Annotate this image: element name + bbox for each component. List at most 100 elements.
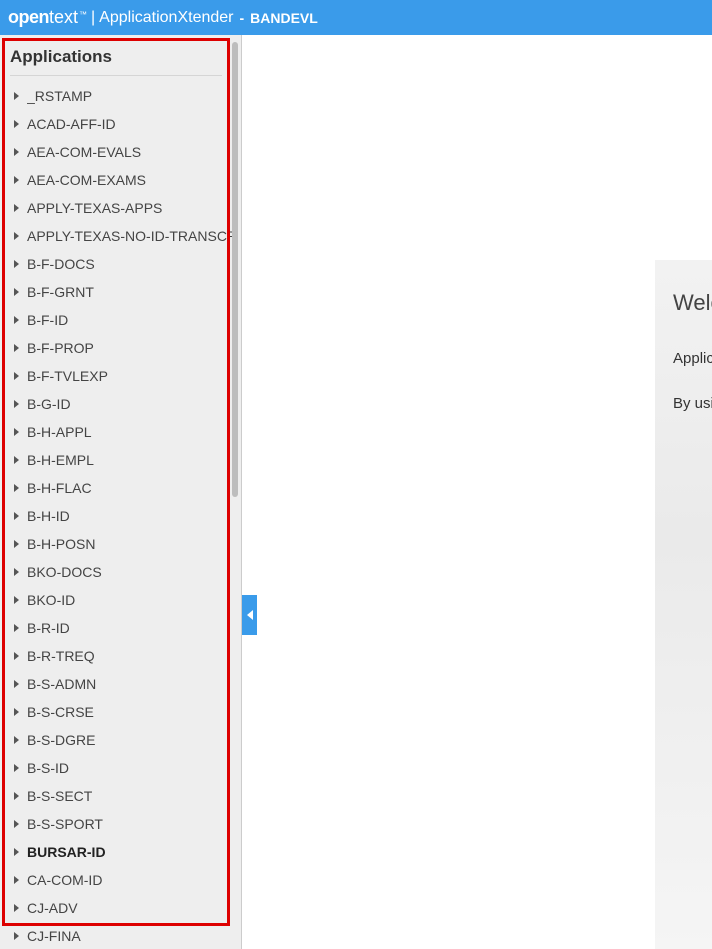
caret-right-icon [14, 848, 19, 856]
sidebar-item-label: B-S-ID [27, 760, 69, 776]
sidebar-item-app[interactable]: AEA-COM-EXAMS [0, 166, 232, 194]
sidebar-item-app[interactable]: B-R-ID [0, 614, 232, 642]
caret-right-icon [14, 372, 19, 380]
sidebar-container: Applications _RSTAMP ACAD-AFF-ID AEA-COM-E… [0, 35, 242, 949]
sidebar-item-app[interactable]: _RSTAMP [0, 82, 232, 110]
sidebar-item-app[interactable]: B-H-FLAC [0, 474, 232, 502]
sidebar-item-app[interactable]: B-H-ID [0, 502, 232, 530]
sidebar-item-label: B-S-DGRE [27, 732, 95, 748]
sidebar-item-app[interactable]: BURSAR-ID [0, 838, 232, 866]
sidebar-item-label: APPLY-TEXAS-NO-ID-TRANSCRIPTS [27, 228, 232, 244]
caret-right-icon [14, 456, 19, 464]
caret-right-icon [14, 344, 19, 352]
sidebar-item-app[interactable]: B-F-DOCS [0, 250, 232, 278]
sidebar-item-app[interactable]: BKO-DOCS [0, 558, 232, 586]
sidebar-item-label: CJ-ADV [27, 900, 78, 916]
caret-right-icon [14, 624, 19, 632]
brand-light: text [49, 7, 78, 27]
sidebar-item-app[interactable]: BKO-ID [0, 586, 232, 614]
sidebar-item-app[interactable]: B-S-ADMN [0, 670, 232, 698]
env-label: BANDEVL [250, 10, 318, 26]
caret-right-icon [14, 400, 19, 408]
sidebar-scrollbar[interactable] [232, 42, 238, 497]
sidebar-item-label: B-H-APPL [27, 424, 92, 440]
applications-list: _RSTAMP ACAD-AFF-ID AEA-COM-EVALS AEA-COM-E… [0, 82, 232, 949]
sidebar-item-app[interactable]: B-F-PROP [0, 334, 232, 362]
caret-right-icon [14, 148, 19, 156]
caret-right-icon [14, 288, 19, 296]
sidebar-item-label: B-F-TVLEXP [27, 368, 108, 384]
sidebar-title: Applications [0, 35, 232, 75]
sidebar-item-label: B-F-DOCS [27, 256, 95, 272]
welcome-panel: Welcome Application By using [655, 260, 712, 949]
welcome-title: Welcome [673, 290, 712, 316]
caret-right-icon [14, 568, 19, 576]
caret-right-icon [14, 204, 19, 212]
brand-logo: opentext™ [8, 7, 87, 28]
caret-right-icon [14, 652, 19, 660]
sidebar-item-label: B-R-ID [27, 620, 70, 636]
sidebar-item-app[interactable]: B-S-DGRE [0, 726, 232, 754]
brand-bold: open [8, 7, 49, 27]
caret-right-icon [14, 260, 19, 268]
caret-right-icon [14, 680, 19, 688]
sidebar-item-app[interactable]: B-S-SPORT [0, 810, 232, 838]
sidebar-item-app[interactable]: B-R-TREQ [0, 642, 232, 670]
brand-tm: ™ [79, 10, 87, 19]
welcome-line-2: By using [673, 395, 712, 412]
sidebar-item-label: AEA-COM-EXAMS [27, 172, 146, 188]
sidebar-item-app[interactable]: APPLY-TEXAS-NO-ID-TRANSCRIPTS [0, 222, 232, 250]
caret-right-icon [14, 876, 19, 884]
sidebar-item-label: _RSTAMP [27, 88, 92, 104]
main-content: Welcome Application By using [242, 35, 712, 949]
sidebar-item-label: B-S-SPORT [27, 816, 103, 832]
sidebar-item-app[interactable]: B-H-APPL [0, 418, 232, 446]
brand-separator: | [91, 9, 95, 27]
sidebar-item-app[interactable]: B-S-CRSE [0, 698, 232, 726]
caret-right-icon [14, 596, 19, 604]
caret-right-icon [14, 232, 19, 240]
sidebar-item-label: B-S-CRSE [27, 704, 94, 720]
caret-right-icon [14, 540, 19, 548]
app-name: ApplicationXtender [99, 9, 233, 27]
sidebar-item-app[interactable]: B-F-GRNT [0, 278, 232, 306]
caret-right-icon [14, 792, 19, 800]
sidebar-collapse-handle[interactable] [242, 595, 257, 635]
sidebar-item-app[interactable]: AEA-COM-EVALS [0, 138, 232, 166]
sidebar-item-label: BKO-ID [27, 592, 75, 608]
sidebar-item-label: CJ-FINA [27, 928, 81, 944]
sidebar-item-label: APPLY-TEXAS-APPS [27, 200, 162, 216]
welcome-line-1: Application [673, 350, 712, 367]
sidebar-item-app[interactable]: ACAD-AFF-ID [0, 110, 232, 138]
sidebar-item-label: B-H-POSN [27, 536, 95, 552]
sidebar-item-app[interactable]: B-H-EMPL [0, 446, 232, 474]
sidebar-item-label: B-F-PROP [27, 340, 94, 356]
sidebar-item-app[interactable]: CA-COM-ID [0, 866, 232, 894]
sidebar-item-label: CA-COM-ID [27, 872, 102, 888]
sidebar: Applications _RSTAMP ACAD-AFF-ID AEA-COM-E… [0, 35, 232, 949]
sidebar-item-app[interactable]: B-H-POSN [0, 530, 232, 558]
sidebar-item-app[interactable]: CJ-ADV [0, 894, 232, 922]
sidebar-item-app[interactable]: B-G-ID [0, 390, 232, 418]
sidebar-item-label: B-G-ID [27, 396, 71, 412]
caret-right-icon [14, 176, 19, 184]
sidebar-item-app[interactable]: B-F-TVLEXP [0, 362, 232, 390]
sidebar-item-label: B-H-FLAC [27, 480, 92, 496]
caret-right-icon [14, 932, 19, 940]
caret-right-icon [14, 764, 19, 772]
sidebar-divider [10, 75, 222, 76]
sidebar-item-app[interactable]: APPLY-TEXAS-APPS [0, 194, 232, 222]
sidebar-item-app[interactable]: B-S-SECT [0, 782, 232, 810]
sidebar-item-app[interactable]: B-F-ID [0, 306, 232, 334]
sidebar-item-app[interactable]: CJ-FINA [0, 922, 232, 949]
caret-right-icon [14, 708, 19, 716]
caret-right-icon [14, 92, 19, 100]
brand-dash: - [239, 10, 244, 26]
caret-right-icon [14, 428, 19, 436]
caret-right-icon [14, 316, 19, 324]
sidebar-item-label: AEA-COM-EVALS [27, 144, 141, 160]
sidebar-item-label: B-F-ID [27, 312, 68, 328]
sidebar-item-app[interactable]: B-S-ID [0, 754, 232, 782]
sidebar-item-label: B-F-GRNT [27, 284, 94, 300]
caret-right-icon [14, 120, 19, 128]
